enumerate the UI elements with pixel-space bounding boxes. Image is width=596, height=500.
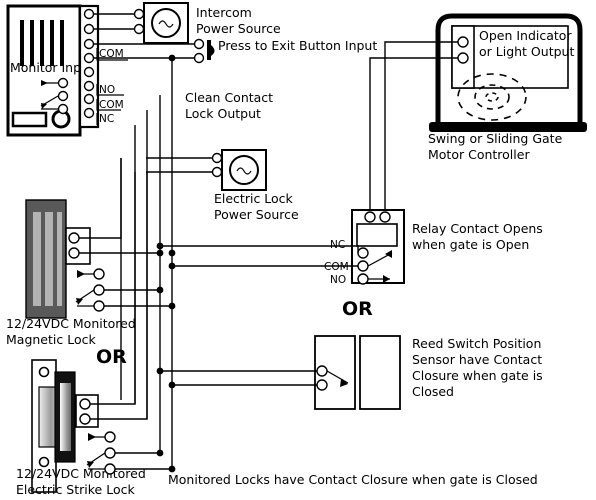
terminal-1 (83, 8, 95, 20)
power-terminal-1 (133, 8, 145, 20)
intercom-power-label-2: Power Source (196, 21, 281, 36)
maglock-terminal-1 (68, 232, 80, 244)
terminal-label-nc: NC (99, 113, 114, 125)
gate-caption-1: Swing or Sliding Gate (428, 131, 563, 146)
elock-power-terminal-1 (211, 152, 223, 164)
terminal-5 (83, 66, 95, 78)
intercom-power-source (133, 2, 189, 44)
relay-terminal-no (357, 273, 369, 285)
terminal-3 (83, 38, 95, 50)
gate-terminal-label-1: Open Indicator (479, 28, 572, 43)
relay-label-com: COM (324, 261, 349, 273)
terminal-6 (83, 80, 95, 92)
reed-terminal-1 (316, 365, 328, 377)
relay-contact-box (351, 209, 405, 285)
relay-terminal-nc (357, 247, 369, 259)
relay-coil-terminal-2 (379, 211, 391, 223)
push-button-icon (207, 40, 215, 60)
power-terminal-2 (133, 23, 145, 35)
terminal-2 (83, 23, 95, 35)
electric-lock-power-source (211, 149, 267, 191)
or-label-right: OR (342, 298, 373, 320)
electric-lock-power-label-2: Power Source (214, 207, 299, 222)
press-to-exit-label: Press to Exit Button Input (218, 38, 377, 53)
gate-caption-2: Motor Controller (428, 147, 530, 162)
maglock-terminal-2 (68, 247, 80, 259)
strike-caption-1: 12/24VDC Monitored (16, 466, 146, 481)
bus-lines (120, 58, 173, 469)
exit-terminal-2 (193, 52, 205, 64)
wiring-diagram: Monitor Input COM NO COM NC Intercom Pow… (0, 0, 596, 500)
relay-label-no: NO (330, 274, 346, 286)
relay-label-nc: NC (330, 239, 345, 251)
maglock-caption-2: Magnetic Lock (6, 332, 96, 347)
relay-caption-2: when gate is Open (412, 237, 529, 252)
terminal-label-com-2: COM (99, 99, 124, 111)
reed-caption-2: Sensor have Contact (412, 352, 542, 367)
relay-coil-terminal-1 (364, 211, 376, 223)
strike-caption-2: Electric Strike Lock (16, 482, 135, 497)
reed-caption-3: Closure when gate is (412, 368, 543, 383)
relay-terminal-com (357, 260, 369, 272)
intercom-power-label-1: Intercom (196, 5, 252, 20)
reed-switch-sensor (314, 335, 401, 410)
relay-caption-1: Relay Contact Opens (412, 221, 543, 236)
terminal-label-no: NO (99, 84, 115, 96)
clean-contact-label-1: Clean Contact (185, 90, 273, 105)
reed-terminal-2 (316, 379, 328, 391)
press-to-exit-input (193, 38, 215, 64)
terminal-4 (83, 52, 95, 64)
intercom-terminal-strip (78, 4, 100, 129)
maglock-monitor-contacts (75, 268, 105, 312)
strike-terminal-2 (79, 413, 91, 425)
reed-caption-1: Reed Switch Position (412, 336, 541, 351)
gate-terminal-2 (457, 52, 469, 64)
exit-terminal-1 (193, 38, 205, 50)
terminal-7 (83, 93, 95, 105)
terminal-8 (83, 107, 95, 119)
reed-caption-4: Closed (412, 384, 454, 399)
gate-terminal-label-2: or Light Output (479, 44, 574, 59)
maglock-caption-1: 12/24VDC Monitored (6, 316, 136, 331)
gate-terminal-1 (457, 36, 469, 48)
strike-terminal-1 (79, 398, 91, 410)
electric-lock-power-label-1: Electric Lock (214, 191, 294, 206)
wiring-canvas: Monitor Input COM NO COM NC Intercom Pow… (6, 2, 587, 497)
elock-power-terminal-2 (211, 166, 223, 178)
clean-contact-label-2: Lock Output (185, 106, 261, 121)
nameplate (11, 111, 48, 128)
or-label-left: OR (96, 346, 127, 368)
bottom-caption: Monitored Locks have Contact Closure whe… (168, 472, 538, 487)
